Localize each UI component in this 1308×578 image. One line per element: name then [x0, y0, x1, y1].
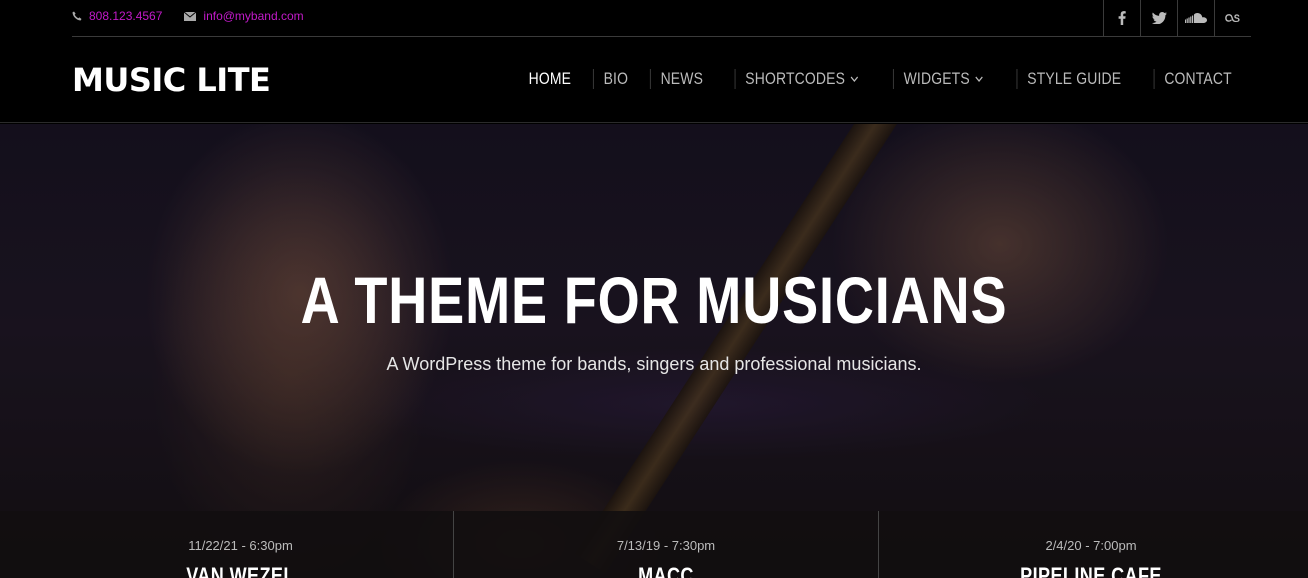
- nav-item-shortcodes[interactable]: SHORTCODES: [734, 69, 867, 89]
- main-nav: HOME BIO NEWS SHORTCODES WIDGETS STYLE G…: [512, 69, 1251, 89]
- nav-item-contact[interactable]: CONTACT: [1153, 69, 1241, 89]
- nav-label: WIDGETS: [903, 69, 971, 88]
- event-item[interactable]: 2/4/20 - 7:00pm PIPELINE CAFE: [878, 511, 1303, 578]
- nav-item-bio[interactable]: BIO: [592, 69, 638, 89]
- lastfm-icon[interactable]: [1214, 0, 1251, 36]
- event-item[interactable]: 11/22/21 - 6:30pm VAN WEZEL: [28, 511, 453, 578]
- nav-label: NEWS: [660, 69, 703, 88]
- chevron-down-icon: [975, 76, 983, 82]
- event-venue[interactable]: VAN WEZEL: [66, 563, 415, 578]
- site-logo[interactable]: MUSIC LITE: [72, 61, 271, 99]
- event-date: 7/13/19 - 7:30pm: [616, 538, 716, 553]
- nav-label: HOME: [528, 69, 572, 88]
- nav-label: BIO: [603, 69, 629, 88]
- nav-label: CONTACT: [1164, 69, 1232, 88]
- phone-number[interactable]: 808.123.4567: [89, 9, 162, 23]
- hero-banner: A THEME FOR MUSICIANS A WordPress theme …: [0, 124, 1308, 578]
- nav-label: STYLE GUIDE: [1027, 69, 1122, 88]
- chevron-down-icon: [850, 76, 858, 82]
- hero-subtitle: A WordPress theme for bands, singers and…: [386, 354, 922, 374]
- social-links: [1103, 0, 1251, 36]
- event-item[interactable]: 7/13/19 - 7:30pm MACC: [453, 511, 878, 578]
- contact-info: 808.123.4567 info@myband.com: [72, 9, 326, 23]
- phone-icon: [72, 11, 82, 21]
- twitter-icon[interactable]: [1140, 0, 1177, 36]
- email-item[interactable]: info@myband.com: [184, 9, 304, 23]
- nav-item-style-guide[interactable]: STYLE GUIDE: [1016, 69, 1131, 89]
- email-address[interactable]: info@myband.com: [203, 9, 303, 23]
- nav-item-news[interactable]: NEWS: [649, 69, 713, 89]
- nav-item-home[interactable]: HOME: [519, 69, 581, 89]
- event-date: 11/22/21 - 6:30pm: [188, 538, 293, 553]
- hero-overlay: [0, 124, 1308, 578]
- soundcloud-icon[interactable]: [1177, 0, 1214, 36]
- events-strip: 11/22/21 - 6:30pm VAN WEZEL 7/13/19 - 7:…: [0, 511, 1308, 578]
- hero-title: A THEME FOR MUSICIANS: [300, 263, 1008, 337]
- event-venue[interactable]: PIPELINE CAFE: [917, 563, 1265, 578]
- phone-item[interactable]: 808.123.4567: [72, 9, 162, 23]
- event-date: 2/4/20 - 7:00pm: [1045, 538, 1137, 553]
- site-header: MUSIC LITE HOME BIO NEWS SHORTCODES WIDG…: [0, 37, 1308, 123]
- facebook-icon[interactable]: [1103, 0, 1140, 36]
- top-bar: 808.123.4567 info@myband.com: [72, 0, 1251, 37]
- envelope-icon: [184, 11, 197, 21]
- nav-label: SHORTCODES: [744, 69, 845, 88]
- nav-item-widgets[interactable]: WIDGETS: [893, 69, 993, 89]
- events-list: 11/22/21 - 6:30pm VAN WEZEL 7/13/19 - 7:…: [28, 511, 1303, 578]
- event-venue[interactable]: MACC: [492, 563, 840, 578]
